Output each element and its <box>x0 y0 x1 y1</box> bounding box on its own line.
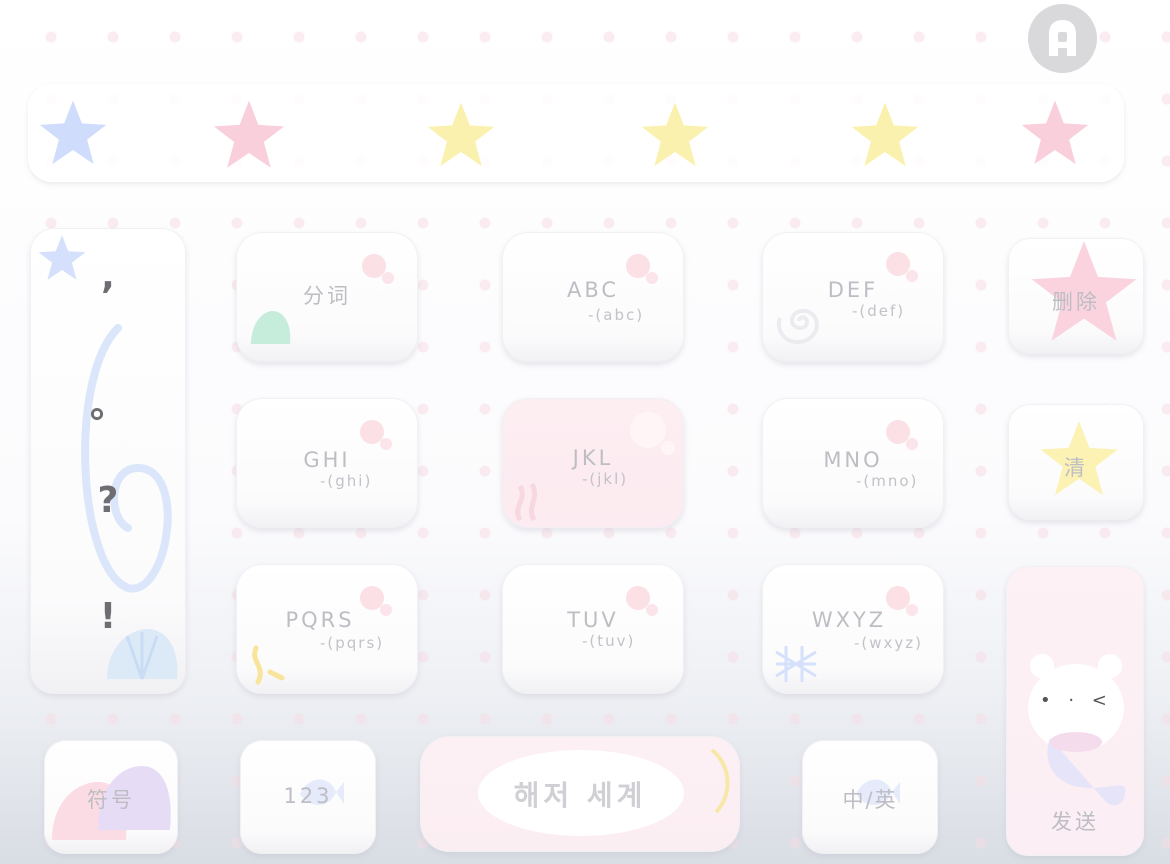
pink-star-icon <box>213 100 285 168</box>
tuv-key[interactable]: TUV -(tuv) <box>502 564 684 694</box>
jkl-key[interactable]: JKL -(jkl) <box>502 398 684 528</box>
question-key[interactable]: ? <box>30 480 186 521</box>
space-label: 해저 세계 <box>513 779 647 812</box>
spiral-shell-icon <box>777 308 819 345</box>
pqrs-key[interactable]: PQRS -(pqrs) <box>236 564 418 694</box>
pqrs-label: PQRS <box>285 608 355 632</box>
abc-sub-label: -(abc) <box>588 306 645 324</box>
def-sub-label: -(def) <box>852 302 906 320</box>
def-key[interactable]: DEF -(def) <box>762 232 944 362</box>
symbols-key[interactable]: 符号 <box>44 740 178 854</box>
jkl-sub-label: -(jkl) <box>582 470 629 488</box>
segment-key[interactable]: 分词 <box>236 232 418 362</box>
delete-label: 删除 <box>1052 290 1100 314</box>
mno-label: MNO <box>823 448 883 472</box>
pink-star-icon <box>1021 100 1089 165</box>
ghi-label: GHI <box>303 448 351 472</box>
yellow-star-icon <box>851 102 919 167</box>
space-key[interactable]: 해저 세계 <box>420 736 740 852</box>
mno-sub-label: -(mno) <box>856 472 919 490</box>
segment-label: 分词 <box>303 284 351 308</box>
numbers-label: 123 <box>283 784 333 808</box>
period-key[interactable]: 。 <box>30 376 186 428</box>
comma-key[interactable]: , <box>30 256 186 297</box>
jkl-label: JKL <box>572 446 614 470</box>
wxyz-sub-label: -(wxyz) <box>854 634 924 652</box>
def-label: DEF <box>827 278 879 302</box>
abc-label: ABC <box>566 278 620 302</box>
language-switch-key[interactable]: 中/英 <box>802 740 938 854</box>
mno-key[interactable]: MNO -(mno) <box>762 398 944 528</box>
user-icon <box>1049 20 1076 56</box>
net-icon <box>775 646 817 682</box>
mascot-face: • · < <box>1040 690 1113 711</box>
avatar-button[interactable] <box>1028 4 1097 73</box>
send-key[interactable]: • · < 发送 <box>1006 566 1144 856</box>
wxyz-key[interactable]: WXYZ -(wxyz) <box>762 564 944 694</box>
candidate-bar[interactable] <box>28 84 1124 182</box>
ghi-key[interactable]: GHI -(ghi) <box>236 398 418 528</box>
numbers-key[interactable]: 123 <box>240 740 376 854</box>
mermaid-cat-icon <box>1028 654 1126 806</box>
tuv-label: TUV <box>567 608 619 632</box>
send-label: 发送 <box>1051 810 1099 834</box>
pqrs-sub-label: -(pqrs) <box>320 634 385 652</box>
abc-key[interactable]: ABC -(abc) <box>502 232 684 362</box>
seaweed-icon <box>515 482 538 522</box>
clear-key[interactable]: 清 <box>1008 404 1144 520</box>
punctuation-column[interactable]: , 。 ? ! <box>30 228 186 694</box>
yellow-star-icon <box>427 102 495 167</box>
clear-label: 清 <box>1064 456 1088 480</box>
ghi-sub-label: -(ghi) <box>320 472 373 490</box>
shell-icon <box>251 311 291 344</box>
swirl-icon <box>81 324 172 593</box>
tuv-sub-label: -(tuv) <box>582 632 636 650</box>
seaweed-icon <box>252 645 285 685</box>
language-switch-label: 中/英 <box>842 788 898 812</box>
symbols-label: 符号 <box>87 788 135 812</box>
yellow-star-icon <box>641 102 709 167</box>
blue-star-icon <box>39 100 107 165</box>
wxyz-label: WXYZ <box>811 608 887 632</box>
exclamation-key[interactable]: ! <box>30 596 186 637</box>
delete-key[interactable]: 删除 <box>1008 238 1144 354</box>
